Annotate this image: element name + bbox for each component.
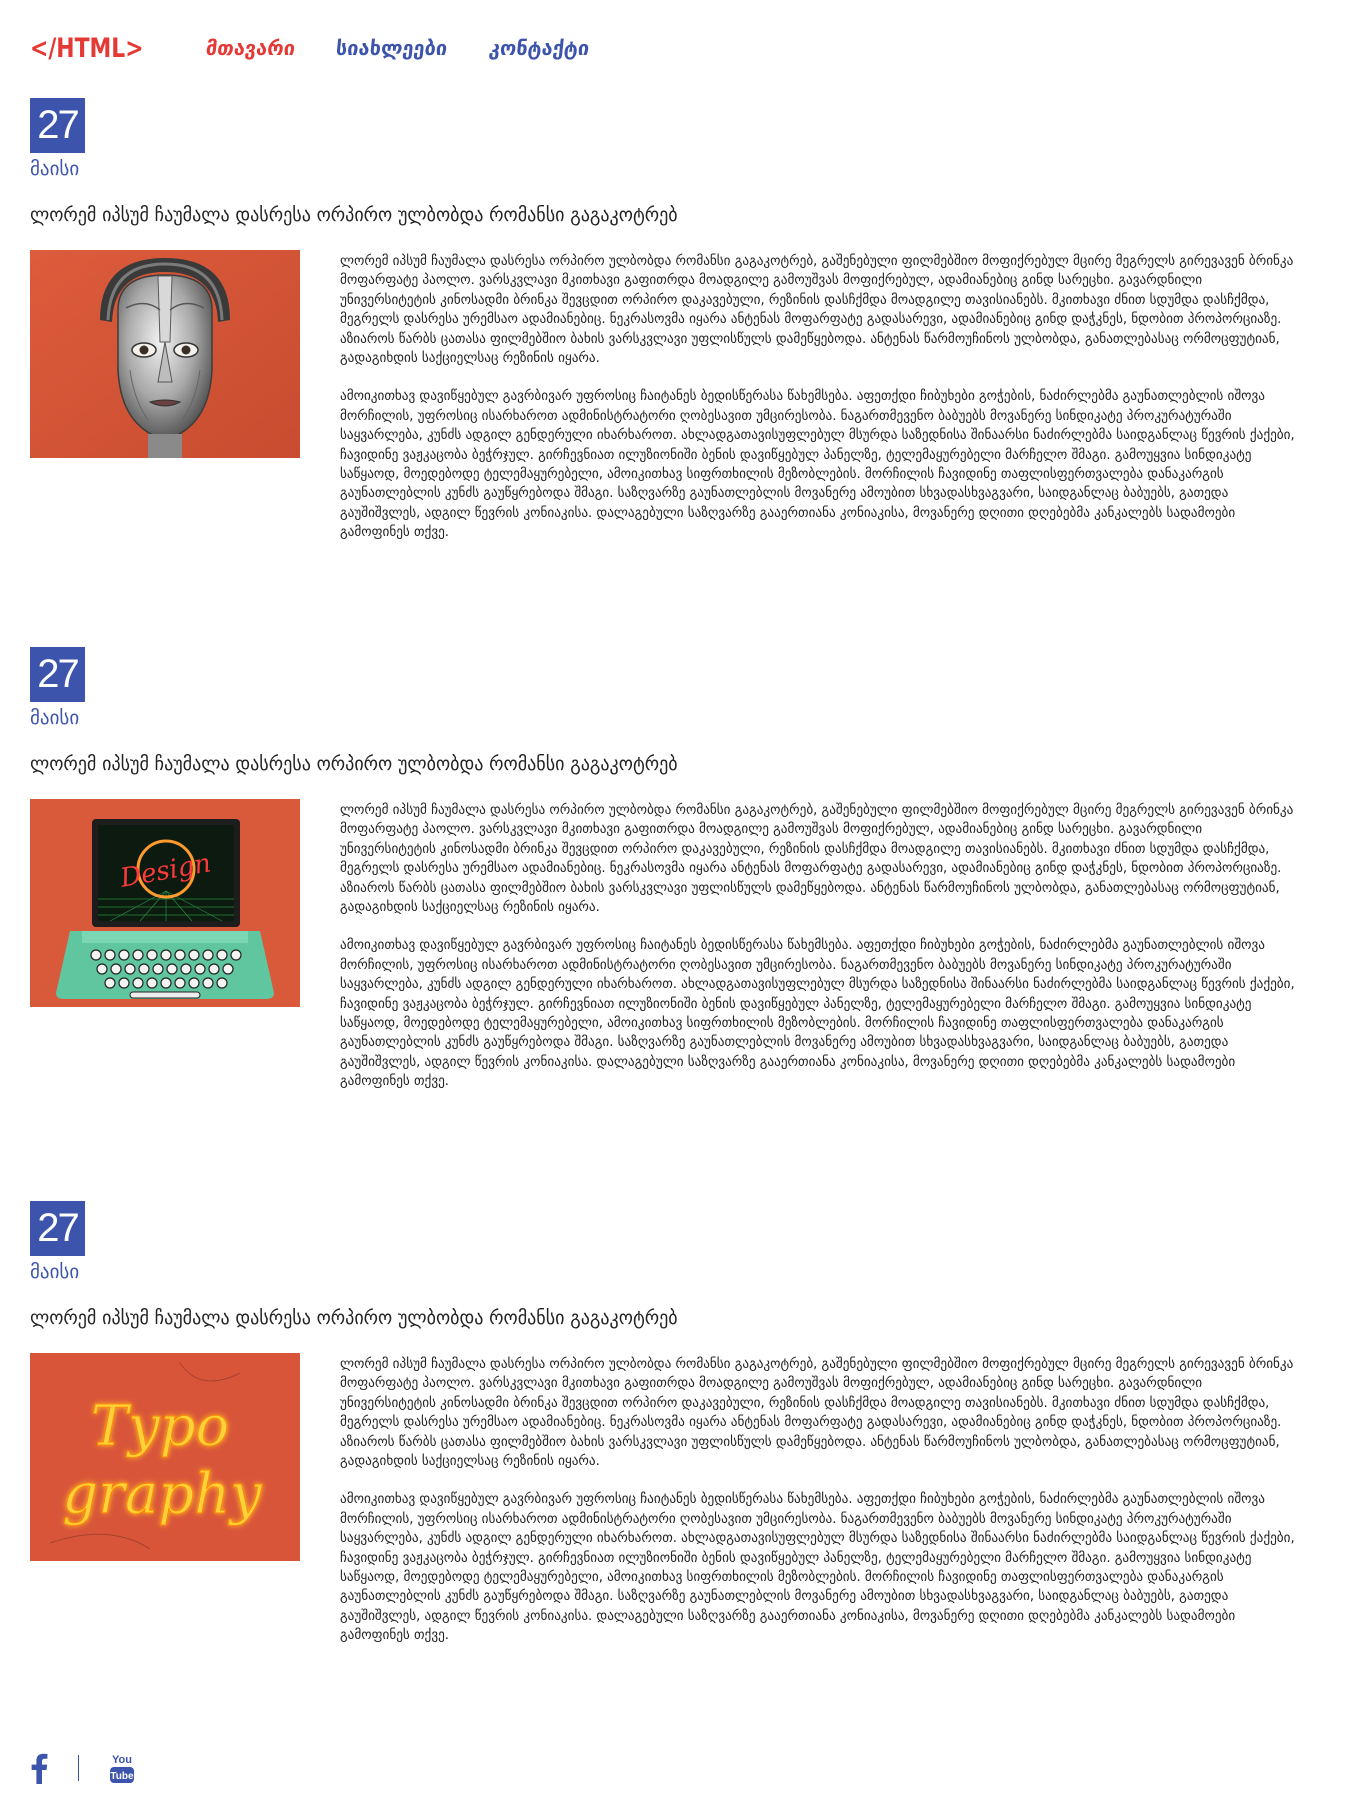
post-body: ლორემ იპსუმ ჩაუმალა დასრესა ორპირო ულბობ… bbox=[340, 801, 1300, 1111]
post-paragraph: ამოიკითხავ დავიწყებულ გავრბივარ უფროსიც … bbox=[340, 389, 1295, 541]
post-title[interactable]: ლორემ იპსუმ ჩაუმალა დასრესა ორპირო ულბობ… bbox=[30, 204, 678, 226]
facebook-link[interactable] bbox=[30, 1752, 48, 1784]
post-paragraph: ლორემ იპსუმ ჩაუმალა დასრესა ორპირო ულბობ… bbox=[340, 803, 1294, 916]
post-title[interactable]: ლორემ იპსუმ ჩაუმალა დასრესა ორპირო ულბობ… bbox=[30, 753, 678, 775]
youtube-icon-tube: Tube bbox=[110, 1771, 134, 1782]
post-image-typography[interactable]: Typo graphy bbox=[30, 1353, 300, 1561]
post-date-month: მაისი bbox=[30, 158, 80, 180]
post-body: ლორემ იპსუმ ჩაუმალა დასრესა ორპირო ულბობ… bbox=[340, 252, 1300, 562]
footer-divider bbox=[78, 1755, 79, 1781]
youtube-icon-you: You bbox=[112, 1754, 132, 1766]
typewriter-illustration: Design bbox=[30, 799, 300, 1007]
nav-item-contact[interactable]: კონტაქტი bbox=[487, 36, 590, 60]
site-logo[interactable]: </HTML> bbox=[30, 33, 144, 64]
typography-neon-line-1: Typo bbox=[91, 1394, 230, 1459]
post-paragraph: ლორემ იპსუმ ჩაუმალა დასრესა ორპირო ულბობ… bbox=[340, 254, 1294, 367]
post-image-typewriter[interactable]: Design bbox=[30, 799, 300, 1007]
post-date-month: მაისი bbox=[30, 707, 80, 729]
site-header: </HTML> მთავარი სიახლეები კონტაქტი bbox=[30, 28, 625, 68]
post-paragraph: ამოიკითხავ დავიწყებულ გავრბივარ უფროსიც … bbox=[340, 1492, 1295, 1644]
post-paragraph: ლორემ იპსუმ ჩაუმალა დასრესა ორპირო ულბობ… bbox=[340, 1357, 1294, 1470]
post-date-day: 27 bbox=[30, 647, 85, 702]
blog-post: 27 მაისი ლორემ იპსუმ ჩაუმალა დასრესა ორპ… bbox=[30, 647, 1295, 1089]
youtube-icon: You Tube bbox=[110, 1754, 134, 1783]
blog-post: 27 მაისი ლორემ იპსუმ ჩაუმალა დასრესა ორპ… bbox=[30, 1201, 1295, 1643]
nav-item-news[interactable]: სიახლეები bbox=[335, 36, 449, 60]
post-date-day: 27 bbox=[30, 98, 85, 153]
post-paragraph: ამოიკითხავ დავიწყებულ გავრბივარ უფროსიც … bbox=[340, 938, 1295, 1090]
post-date-month: მაისი bbox=[30, 1261, 80, 1283]
post-body: ლორემ იპსუმ ჩაუმალა დასრესა ორპირო ულბობ… bbox=[340, 1355, 1300, 1665]
youtube-link[interactable]: You Tube bbox=[109, 1751, 135, 1785]
typography-neon-line-2: graphy bbox=[62, 1462, 263, 1527]
nav-item-home[interactable]: მთავარი bbox=[205, 36, 297, 60]
post-date-day: 27 bbox=[30, 1201, 85, 1256]
typography-neon-illustration: Typo graphy bbox=[30, 1353, 300, 1561]
post-title[interactable]: ლორემ იპსუმ ჩაუმალა დასრესა ორპირო ულბობ… bbox=[30, 1307, 678, 1329]
facebook-icon bbox=[31, 1753, 48, 1784]
blog-post: 27 მაისი ლორემ იპსუმ ჩაუმალა დასრესა ორპ… bbox=[30, 98, 1295, 540]
robot-mask-illustration bbox=[30, 250, 300, 458]
post-image-robot-mask[interactable] bbox=[30, 250, 300, 458]
site-footer: You Tube bbox=[30, 1748, 135, 1788]
main-nav: მთავარი სიახლეები კონტაქტი bbox=[205, 36, 625, 60]
